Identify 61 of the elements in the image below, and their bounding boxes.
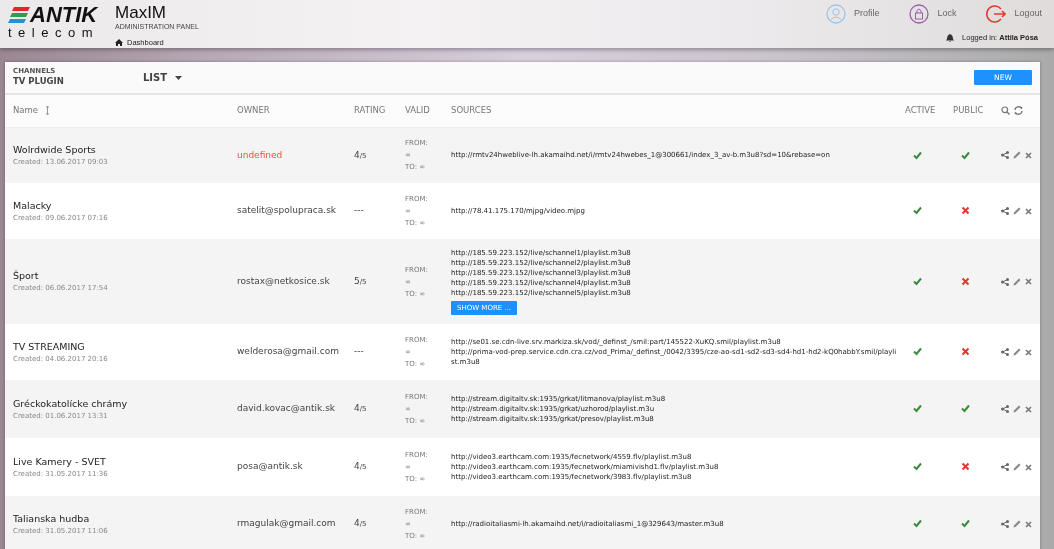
share-icon[interactable] xyxy=(1001,277,1009,286)
lock-icon[interactable] xyxy=(909,4,930,24)
delete-icon[interactable] xyxy=(1025,278,1032,285)
owner-email: rostax@netkosice.sk xyxy=(237,275,330,286)
bell-icon xyxy=(946,33,955,42)
logo-text: ANTIK xyxy=(30,4,98,26)
column-header: VALID xyxy=(405,104,430,118)
pencil-icon[interactable] xyxy=(1013,520,1021,528)
logo-subtext: telecom xyxy=(8,26,100,40)
share-icon[interactable] xyxy=(1001,348,1009,356)
delete-icon[interactable] xyxy=(1025,207,1032,215)
owner-email: david.kovac@antik.sk xyxy=(237,403,336,414)
owner-email: posa@antik.sk xyxy=(237,461,303,472)
delete-icon[interactable] xyxy=(1025,463,1032,471)
pencil-icon[interactable] xyxy=(1013,277,1021,286)
column-header[interactable]: Name xyxy=(13,104,39,118)
channel-name: Wolrdwide Sports xyxy=(13,142,97,157)
sort-icon[interactable] xyxy=(46,106,50,116)
channel-name: Talianska hudba xyxy=(13,511,91,526)
channel-name: Šport xyxy=(13,269,40,284)
share-icon[interactable] xyxy=(1001,463,1009,471)
delete-icon[interactable] xyxy=(1025,151,1032,159)
column-header: RATING xyxy=(354,104,386,118)
search-icon[interactable] xyxy=(1001,106,1010,116)
app-title: MaxIM xyxy=(115,4,168,22)
owner-email: rmagulak@gmail.com xyxy=(237,518,336,529)
column-header: SOURCES xyxy=(451,104,492,118)
channel-name: Gréckokatolícke chrámy xyxy=(13,396,129,411)
rating-value: --- xyxy=(354,205,364,216)
logout-button[interactable]: Logout xyxy=(1014,7,1042,21)
share-icon[interactable] xyxy=(1001,207,1009,215)
share-icon[interactable] xyxy=(1001,151,1009,160)
channel-name: TV STREAMING xyxy=(13,339,86,354)
stripes-icon xyxy=(8,7,30,23)
lock-button[interactable]: Lock xyxy=(937,7,957,21)
delete-icon[interactable] xyxy=(1025,348,1032,356)
pencil-icon[interactable] xyxy=(1013,151,1021,160)
owner-email: satelit@spolupraca.sk xyxy=(237,205,337,216)
logout-icon[interactable] xyxy=(986,4,1007,24)
owner-email: undefined xyxy=(237,149,283,160)
rating-value: --- xyxy=(354,346,364,357)
refresh-icon[interactable] xyxy=(1014,106,1023,116)
channel-name: Live Kamery - SVET xyxy=(13,454,107,469)
column-header: ACTIVE xyxy=(905,104,936,118)
caret-icon xyxy=(175,75,183,80)
view-dropdown[interactable]: LIST xyxy=(143,70,183,85)
pencil-icon[interactable] xyxy=(1013,463,1021,471)
panel-title: TV PLUGIN xyxy=(13,75,65,88)
channel-name: Malacky xyxy=(13,198,53,213)
column-header: PUBLIC xyxy=(953,104,984,118)
profile-button[interactable]: Profile xyxy=(853,7,880,21)
share-icon[interactable] xyxy=(1001,520,1009,528)
delete-icon[interactable] xyxy=(1025,520,1032,528)
column-header: OWNER xyxy=(237,104,270,118)
share-icon[interactable] xyxy=(1001,405,1009,413)
pencil-icon[interactable] xyxy=(1013,207,1021,215)
pencil-icon[interactable] xyxy=(1013,405,1021,413)
delete-icon[interactable] xyxy=(1025,405,1032,413)
owner-email: welderosa@gmail.com xyxy=(237,346,339,357)
home-icon xyxy=(115,38,124,46)
pencil-icon[interactable] xyxy=(1013,348,1021,356)
